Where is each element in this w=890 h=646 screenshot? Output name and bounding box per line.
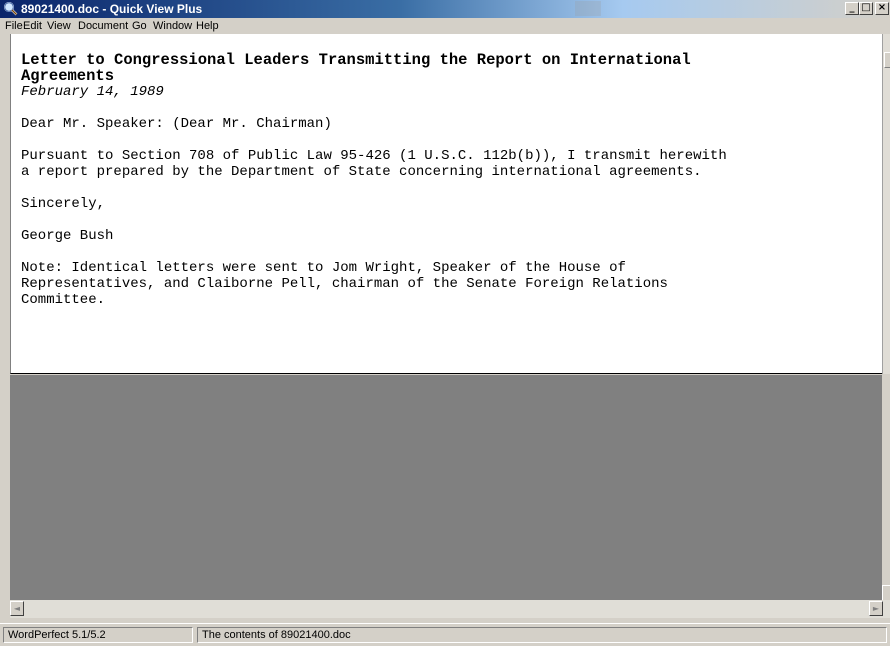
document-pane[interactable]: Letter to Congressional Leaders Transmit… — [10, 34, 890, 374]
scroll-left-button[interactable]: ◄ — [10, 601, 24, 616]
document-content: Letter to Congressional Leaders Transmit… — [21, 52, 881, 308]
document-date: February 14, 1989 — [21, 84, 164, 100]
maximize-button[interactable]: □ — [859, 2, 873, 15]
title-bar[interactable]: 89021400.doc - Quick View Plus _ □ × — [0, 0, 890, 18]
menu-file[interactable]: File — [5, 19, 23, 33]
scroll-up-arrow[interactable] — [884, 52, 890, 68]
status-message: The contents of 89021400.doc — [197, 627, 887, 643]
signature: George Bush — [21, 228, 114, 244]
closing: Sincerely, — [21, 196, 106, 212]
menu-view[interactable]: View — [47, 19, 71, 33]
document-title-line-1: Letter to Congressional Leaders Transmit… — [21, 51, 691, 69]
note-line-3: Committee. — [21, 292, 106, 308]
menu-bar: File Edit View Document Go Window Help — [0, 18, 890, 34]
note-line-1: Note: Identical letters were sent to Jom… — [21, 260, 626, 276]
horizontal-scrollbar[interactable]: ◄ ► — [10, 600, 890, 618]
status-bar: WordPerfect 5.1/5.2 The contents of 8902… — [0, 623, 890, 646]
menu-go[interactable]: Go — [132, 19, 147, 33]
minimize-button[interactable]: _ — [845, 2, 859, 15]
document-title-line-2: Agreements — [21, 67, 115, 85]
scroll-down-arrow[interactable] — [882, 585, 890, 601]
vertical-scrollbar-lower[interactable] — [882, 375, 890, 601]
menu-window[interactable]: Window — [153, 19, 192, 33]
body-line-1: Pursuant to Section 708 of Public Law 95… — [21, 148, 727, 164]
salutation: Dear Mr. Speaker: (Dear Mr. Chairman) — [21, 116, 332, 132]
close-button[interactable]: × — [875, 2, 889, 15]
body-line-2: a report prepared by the Department of S… — [21, 164, 702, 180]
note-line-2: Representatives, and Claiborne Pell, cha… — [21, 276, 668, 292]
menu-edit[interactable]: Edit — [23, 19, 42, 33]
scroll-right-button[interactable]: ► — [869, 601, 883, 616]
titlebar-pattern — [575, 1, 601, 16]
status-format: WordPerfect 5.1/5.2 — [3, 627, 193, 643]
menu-document[interactable]: Document — [78, 19, 128, 33]
window-title: 89021400.doc - Quick View Plus — [21, 2, 203, 16]
magnifier-icon[interactable] — [3, 1, 18, 16]
menu-help[interactable]: Help — [196, 19, 219, 33]
workspace-background — [10, 375, 890, 600]
vertical-scrollbar[interactable] — [882, 34, 890, 374]
